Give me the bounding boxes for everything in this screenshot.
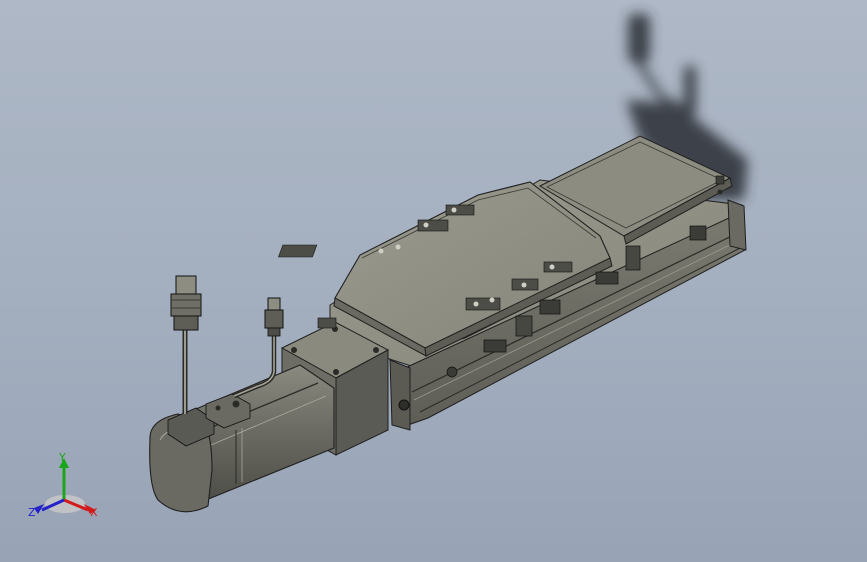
cad-viewport[interactable]: Y X Z — [0, 0, 867, 562]
model-view[interactable] — [0, 0, 867, 562]
triad-x-label: X — [90, 506, 98, 519]
orientation-triad: Y X Z — [26, 446, 106, 524]
triad-y-label: Y — [59, 451, 66, 464]
servo-motor[interactable] — [149, 364, 335, 513]
encoder-cable[interactable] — [170, 275, 202, 414]
triad-z-label: Z — [28, 506, 36, 519]
